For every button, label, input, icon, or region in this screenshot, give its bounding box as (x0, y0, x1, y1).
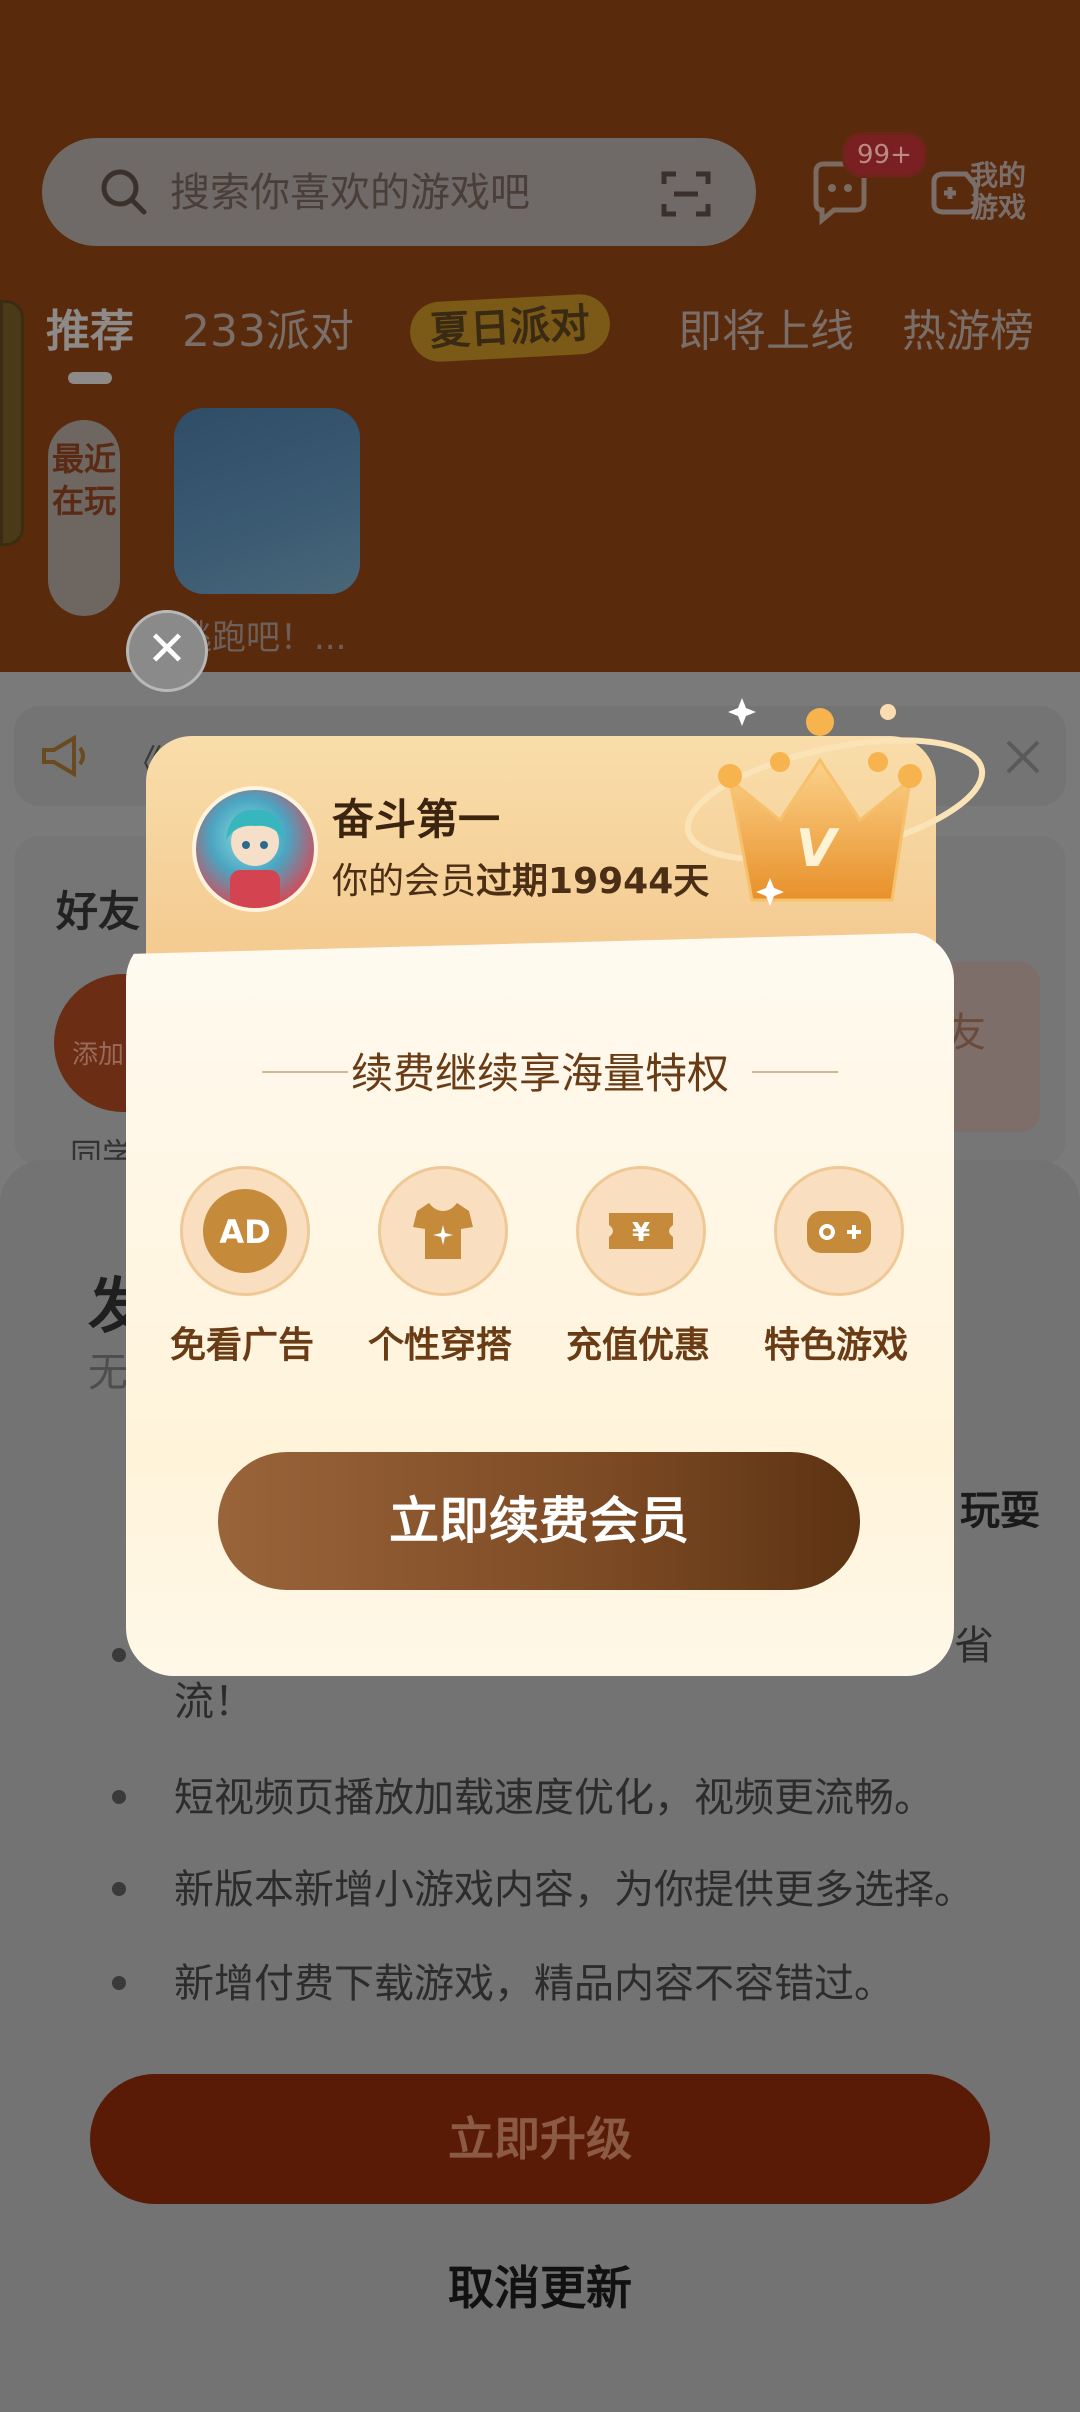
vip-crown-icon: V (684, 698, 986, 906)
update-subtitle: 无 (88, 1350, 128, 1396)
renew-vip-button[interactable]: 立即续费会员 (218, 1452, 860, 1590)
bullet-dot (112, 1790, 126, 1804)
upgrade-button[interactable]: 立即升级 (90, 2074, 990, 2204)
vip-status: 你的会员过期19944天 (332, 861, 710, 902)
perk-outfit[interactable] (378, 1166, 508, 1296)
side-handle[interactable] (0, 300, 24, 546)
svg-text:¥: ¥ (632, 1218, 650, 1248)
svg-text:AD: AD (219, 1213, 270, 1251)
perk-recharge-label: 充值优惠 (565, 1325, 710, 1366)
bullet-dot (112, 1648, 126, 1662)
tab-summer-party[interactable]: 夏日派对 (408, 292, 612, 364)
subtitle-divider-left (262, 1071, 348, 1073)
tshirt-icon (413, 1203, 473, 1259)
update-bullet: 新增付费下载游戏，精品内容不容错过。 (174, 1961, 894, 2007)
close-icon[interactable] (1000, 734, 1046, 780)
scan-icon[interactable] (660, 168, 712, 220)
perk-special-games-label: 特色游戏 (763, 1325, 908, 1366)
ad-icon: AD (203, 1189, 287, 1273)
tab-active-indicator (68, 372, 112, 384)
bullet-dot (112, 1882, 126, 1896)
vip-username: 奋斗第一 (332, 795, 501, 844)
tab-hot-games[interactable]: 热游榜 (902, 302, 1034, 362)
perk-no-ads-label: 免看广告 (169, 1325, 314, 1366)
recent-played-label: 最近在玩 (51, 440, 116, 520)
perk-no-ads[interactable]: AD (180, 1166, 310, 1296)
update-bullet: 短视频页播放加载速度优化，视频更流畅。 (174, 1775, 934, 1821)
subtitle-divider-right (752, 1071, 838, 1073)
bullet-dot (112, 1976, 126, 1990)
gamepad-icon (807, 1211, 871, 1253)
my-games-label[interactable]: 我的游戏 (970, 160, 1038, 224)
close-popup-button[interactable]: ✕ (126, 610, 208, 692)
tab-233-party[interactable]: 233派对 (182, 302, 354, 362)
update-bullet: 新版本新增小游戏内容，为你提供更多选择。 (174, 1867, 974, 1913)
svg-text:V: V (796, 819, 840, 879)
perk-special-games[interactable] (774, 1166, 904, 1296)
tab-recommend[interactable]: 推荐 (46, 302, 134, 362)
search-placeholder: 搜索你喜欢的游戏吧 (170, 170, 530, 216)
add-friend-label: 添加 (72, 1040, 125, 1070)
message-badge: 99+ (842, 132, 927, 178)
tab-upcoming[interactable]: 即将上线 (678, 302, 854, 362)
coupon-icon: ¥ (609, 1213, 673, 1249)
perk-recharge[interactable]: ¥ (576, 1166, 706, 1296)
megaphone-icon (42, 734, 85, 778)
search-icon (101, 169, 147, 215)
perk-outfit-label: 个性穿搭 (367, 1325, 512, 1366)
close-icon: ✕ (146, 621, 188, 677)
friends-title: 好友 (56, 887, 141, 936)
recent-game-thumbnail[interactable] (174, 408, 360, 594)
update-headline-tail: 玩耍 (960, 1488, 1040, 1534)
cancel-update-button[interactable]: 取消更新 (0, 2252, 1080, 2318)
avatar (192, 786, 318, 912)
